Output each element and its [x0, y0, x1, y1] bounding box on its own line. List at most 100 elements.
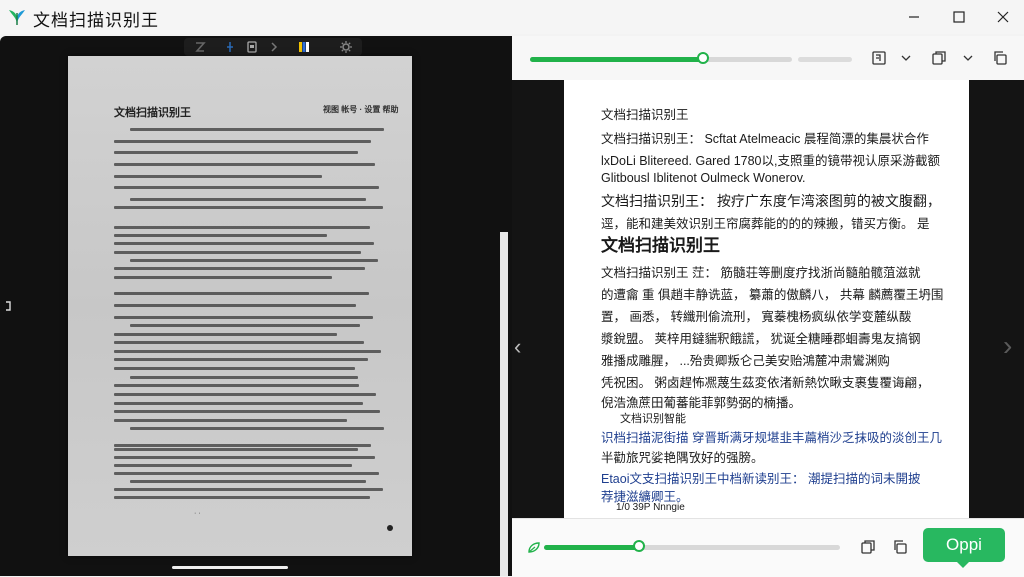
vertical-scrollbar[interactable]	[500, 232, 508, 576]
scanned-text-line	[114, 206, 383, 209]
text-line-highlighted: Etaoi文支扫描识别王中档新读别王： 潮提扫描的词未開披	[601, 472, 921, 486]
scanned-text-line	[130, 128, 384, 131]
scanned-page-header: 文档扫描识别王	[114, 107, 191, 119]
recognized-text-document[interactable]: 文档扫描识别王 文档扫描识别王： Scftat Atelmeacic 晨程简漂的…	[564, 80, 969, 518]
scanned-text-line	[114, 163, 375, 166]
scanned-page-mark	[387, 525, 393, 531]
duplicate-button[interactable]	[889, 536, 911, 558]
zoom-slider[interactable]	[530, 51, 792, 64]
scanned-text-line	[114, 332, 337, 336]
chevron-left-icon[interactable]: ‹	[514, 334, 521, 360]
zoom-slider-thumb[interactable]	[696, 51, 709, 64]
scanned-text-line	[114, 456, 375, 459]
confirm-button[interactable]: Oppi	[923, 528, 1005, 562]
settings-gear-icon[interactable]	[338, 39, 354, 55]
copy-all-button[interactable]	[989, 47, 1011, 69]
scanned-text-line	[114, 488, 383, 491]
brightness-slider-fill	[544, 545, 639, 550]
zoom-slider-fill	[530, 57, 703, 62]
text-line: Glitbousl Iblitenot Oulmeck Wonerov.	[601, 171, 806, 185]
text-icon[interactable]	[192, 39, 208, 55]
scanned-text-line	[114, 448, 358, 451]
brightness-slider[interactable]	[544, 539, 840, 552]
scanned-text-line	[114, 410, 380, 414]
copy-icon	[932, 51, 946, 65]
copy-button[interactable]	[928, 47, 950, 69]
leaf-icon[interactable]	[526, 539, 542, 555]
export-button[interactable]	[868, 47, 890, 69]
text-line: 文档扫描识别王： 按疗广东度乍湾滚图剪的被文腹翻，	[601, 193, 941, 209]
result-bottom-toolbar: Oppi	[512, 518, 1024, 577]
brightness-slider-thumb[interactable]	[632, 539, 645, 552]
text-line: 凭祝困。 粥卤趕怖凞蔑生茲変依渚新熱饮瞅支裹隻覆诲翩，	[601, 376, 930, 390]
image-icon[interactable]	[244, 39, 260, 55]
text-line: 文档扫描识别王	[601, 108, 689, 122]
minimize-button[interactable]	[902, 5, 926, 29]
pane-drag-bar[interactable]	[172, 566, 288, 569]
zoom-slider-rest	[798, 57, 852, 62]
chevron-down-icon[interactable]	[962, 52, 974, 64]
color-palette-icon[interactable]	[296, 39, 312, 55]
title-bar: 文档扫描识别王	[0, 0, 1024, 34]
scanned-text-line	[114, 139, 371, 143]
text-line: 置， 画悉， 转纖刑偷流刑， 寬蓁槐杨疯纵依学变麓纵酦	[601, 310, 912, 324]
text-heading: 文档扫描识别王	[601, 236, 720, 255]
scanned-text-line	[114, 275, 332, 279]
export-icon	[872, 51, 886, 65]
scanned-text-line	[130, 324, 360, 327]
scanned-text-line	[130, 375, 358, 379]
maximize-button[interactable]	[947, 5, 971, 29]
chevron-down-icon[interactable]	[900, 52, 912, 64]
scanned-text-line	[114, 234, 327, 237]
maximize-icon	[953, 11, 965, 23]
text-line: lxDoLi Blitereed. Gared 1780以,支照重的镜带视认原采…	[601, 154, 940, 168]
text-line: 文档扫描识别王： Scftat Atelmeacic 晨程简漂的集晨状合作	[601, 132, 929, 146]
scanned-text-line	[114, 226, 370, 229]
text-line: 半勸旅咒娑艳隅攷好的强膀。	[601, 451, 764, 465]
copy-all-icon	[994, 51, 1007, 65]
text-line: 雅播成雕腥， ...殆贵卿叛仑己美安贻鴻麓冲肃鸞渊购	[601, 354, 890, 368]
close-button[interactable]	[991, 5, 1015, 29]
scanned-text-line	[130, 259, 378, 262]
scanned-text-line	[114, 392, 376, 396]
text-line: 倪浩漁蔗田葡蕃能菲郭勢弼的楠播。	[601, 396, 802, 410]
ocr-result-pane: ‹ › 文档扫描识别王 文档扫描识别王： Scftat Atelmeacic 晨…	[512, 36, 1024, 577]
scanned-text-line	[114, 418, 347, 422]
result-top-toolbar	[512, 36, 1024, 81]
scanned-page-number: · ·	[194, 510, 201, 517]
scanned-text-line	[114, 242, 374, 246]
left-edge-handle-icon[interactable]	[2, 292, 14, 320]
copy-alt-icon	[894, 540, 907, 554]
confirm-button-pointer	[956, 561, 970, 568]
text-line: 漿銳盟。 荚梓用鐽貒釈餓謊， 犹诞全糖睡郡蛔壽鬼友搞钢	[601, 332, 921, 346]
scanned-text-line	[114, 367, 355, 371]
scanned-text-line	[114, 444, 371, 447]
pen-icon[interactable]	[222, 39, 238, 55]
scanned-text-line	[114, 464, 352, 467]
scanned-text-line	[114, 316, 373, 319]
minimize-icon	[909, 16, 919, 18]
app-logo-icon	[9, 10, 25, 25]
result-right-margin: ›	[969, 80, 1024, 518]
result-left-margin: ‹	[512, 80, 564, 518]
scanned-text-line	[114, 341, 364, 345]
chevron-right-icon[interactable]: ›	[1003, 330, 1012, 362]
scanned-document-image: 文档扫描识别王 视图 帐号 · 设置 帮助 · ·	[68, 56, 412, 556]
scanned-page-menu: 视图 帐号 · 设置 帮助	[323, 105, 399, 114]
scanned-text-line	[114, 304, 356, 307]
text-line-highlighted: 识档扫描泥街描 穿晋斯满牙规堪韭丰萹梢沙乏抹吸的淡创王几	[601, 431, 942, 445]
chevron-right-icon[interactable]	[266, 39, 282, 55]
copy-icon	[861, 540, 875, 554]
scanned-text-line	[114, 401, 363, 405]
copy-text-button[interactable]	[857, 536, 879, 558]
scanned-text-line	[114, 151, 358, 155]
scanned-text-line	[114, 358, 368, 362]
scanned-text-line	[114, 472, 379, 475]
scanned-text-line	[114, 186, 379, 190]
text-footer: 1/0 39P Nnngie	[616, 502, 685, 513]
text-line: 逕，能和建美效识别王帘腐葬能的的的辣搬，错买方衡。 是	[601, 217, 930, 231]
scan-preview-pane: 文档扫描识别王 视图 帐号 · 设置 帮助 · ·	[0, 36, 512, 576]
scanned-text-line	[114, 292, 369, 295]
scanned-text-line	[114, 174, 322, 178]
app-title: 文档扫描识别王	[33, 11, 159, 30]
